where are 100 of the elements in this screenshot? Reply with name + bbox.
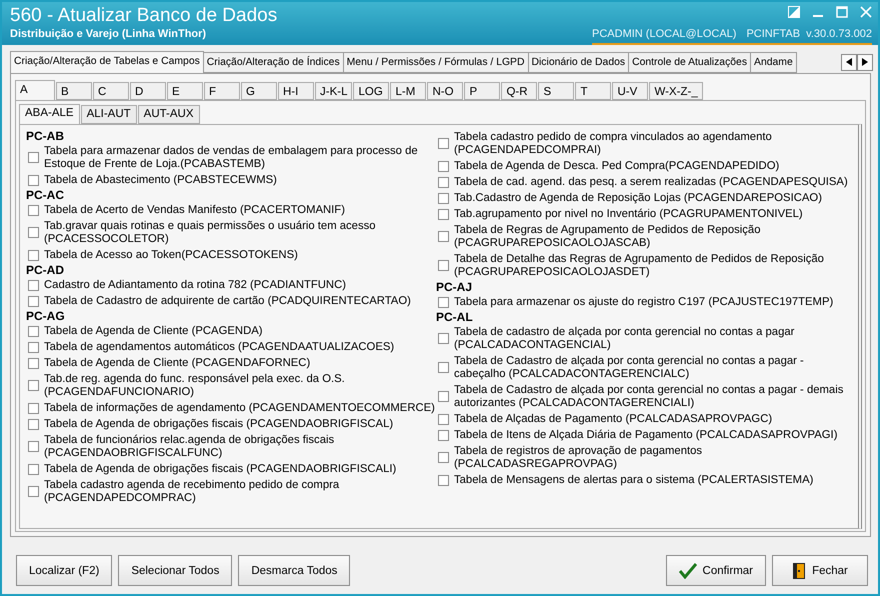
checkbox[interactable] <box>438 430 449 440</box>
sub-tab[interactable]: ALI-AUT <box>80 105 137 124</box>
action-button[interactable]: Desmarca Todos <box>238 555 350 586</box>
checkbox[interactable] <box>28 250 39 260</box>
checkbox-label: Tabela de Cadastro de alçada por conta gerencial no contas a pagar - demais autorizantes (PCALCADACONTAGERENCIALI) <box>454 384 844 410</box>
confirm-button[interactable]: Confirmar <box>666 555 766 586</box>
checkbox-label: Cadastro de Adiantamento da rotina 782 (PCADIANTFUNC) <box>44 278 346 292</box>
checkbox[interactable] <box>28 280 39 290</box>
checkbox[interactable] <box>28 204 39 216</box>
checkbox-label: Tabela de Cadastro de adquirente de cartão (PCADQUIRENTECARTAO) <box>44 294 411 308</box>
checkbox-label: Tabela de Agenda de Desca. Ped Compra(PCAGENDAPEDIDO) <box>454 160 780 172</box>
letter-tab[interactable]: F <box>204 82 240 100</box>
checkbox[interactable] <box>28 296 39 306</box>
checkbox[interactable] <box>438 231 449 242</box>
checkbox-label: Tabela de Detalhe das Regras de Agrupamento de Pedidos de Reposição (PCAGRUPAREPOSICAOLOJASDET) <box>454 252 825 278</box>
letter-tab[interactable]: W-X-Z-_ <box>649 82 703 100</box>
checkbox[interactable] <box>28 342 39 352</box>
letter-tab[interactable]: U-V <box>612 82 648 100</box>
letter-tab[interactable]: T <box>575 82 612 100</box>
checkbox-label: Tabela para armazenar os ajuste do registro C197 (PCAJUSTEC197TEMP) <box>454 296 834 308</box>
checkbox[interactable] <box>28 441 39 452</box>
scroll-right-button[interactable] <box>857 54 873 70</box>
checkbox-label: Tabela de funcionários relac.agenda de obrigações fiscais (PCAGENDAOBRIGFISCALFUNC) <box>44 434 336 460</box>
action-button[interactable]: Localizar (F2) <box>16 555 112 586</box>
checkbox-label: Tabela de Mensagens de alertas para o sistema (PCALERTASISTEMA) <box>454 474 814 486</box>
group-header: PC-AJ <box>436 280 474 294</box>
checkbox-label: Tabela cadastro agenda de recebimento pedido de compra (PCAGENDAPEDCOMPRAC) <box>44 478 340 504</box>
letter-tab[interactable]: H-I <box>278 82 314 100</box>
checkbox-label: Tabela para armazenar dados de vendas de embalagem para processo de Estoque de Frente de Loja.(PCABASTEMB) <box>44 144 419 170</box>
letter-tab[interactable]: E <box>167 82 203 100</box>
checkbox-label: Tabela de agendamentos automáticos (PCAGENDAATUALIZACOES) <box>44 340 394 354</box>
door-icon <box>792 562 806 580</box>
letter-tab[interactable]: L-M <box>390 82 426 100</box>
checkbox[interactable] <box>28 486 39 497</box>
checkbox[interactable] <box>438 192 449 204</box>
user-label: PCADMIN (LOCAL@LOCAL) <box>592 28 736 40</box>
checkbox-label: Tabela de cadastro de alçada por conta gerencial no contas a pagar (PCALCADACONTAGENCIAL) <box>454 326 796 352</box>
letter-tab[interactable]: D <box>130 82 166 100</box>
tab[interactable]: Menu / Permissões / Fórmulas / LGPD <box>342 52 528 73</box>
scroll-left-button[interactable] <box>841 54 857 70</box>
close-button[interactable]: Fechar <box>772 555 868 586</box>
checkbox[interactable] <box>28 380 39 391</box>
checkbox[interactable] <box>438 391 449 402</box>
checkbox[interactable] <box>438 414 449 424</box>
letter-tab[interactable]: S <box>538 82 574 100</box>
letter-tab[interactable]: J-K-L <box>315 82 352 100</box>
checkbox-label: Tab.de reg. agenda do func. responsável pela exec. da O.S. (PCAGENDAFUNCIONARIO) <box>44 372 346 398</box>
tab[interactable]: Dicionário de Dados <box>528 52 630 73</box>
sub-tab[interactable]: ABA-ALE <box>19 104 80 124</box>
checkmark-icon <box>678 562 697 578</box>
checkbox-label: Tabela de Agenda de obrigações fiscais (PCAGENDAOBRIGFISCAL) <box>44 418 394 430</box>
action-button[interactable]: Selecionar Todos <box>118 555 232 586</box>
checkbox[interactable] <box>438 296 449 308</box>
checkbox-label: Tabela de Acesso ao Token(PCACESSOTOKENS) <box>44 248 298 262</box>
letter-tab[interactable]: P <box>464 82 500 100</box>
right-arrow-icon <box>862 58 868 66</box>
checkbox[interactable] <box>438 474 449 486</box>
letter-tab[interactable]: N-O <box>427 82 464 100</box>
tab[interactable]: Criação/Alteração de Índices <box>202 52 344 73</box>
checkbox[interactable] <box>438 452 449 463</box>
maximize-icon[interactable] <box>836 6 848 18</box>
letter-tab[interactable]: LOG <box>353 82 390 100</box>
letter-tab[interactable]: G <box>241 82 277 100</box>
checkbox-label: Tabela de cad. agend. das pesq. a serem realizadas (PCAGENDAPESQUISA) <box>454 176 848 188</box>
checkbox[interactable] <box>438 138 449 149</box>
letter-tab[interactable]: C <box>93 82 129 100</box>
checkbox-label: Tabela de Agenda de obrigações fiscais (PCAGENDAOBRIGFISCALI) <box>44 462 396 476</box>
checkbox[interactable] <box>438 260 449 271</box>
checkbox[interactable] <box>28 152 39 163</box>
checkbox[interactable] <box>28 174 39 186</box>
tab[interactable]: Controle de Atualizações <box>628 52 752 73</box>
letter-tab[interactable]: Q-R <box>501 82 538 100</box>
checkbox[interactable] <box>438 208 449 220</box>
checkbox[interactable] <box>438 333 449 344</box>
window-title: 560 - Atualizar Banco de Dados <box>10 4 278 28</box>
checkbox[interactable] <box>28 464 39 474</box>
checkbox[interactable] <box>438 176 449 188</box>
tab[interactable]: Andame <box>750 52 797 73</box>
checkbox-label: Tabela de Agenda de Cliente (PCAGENDA) <box>44 324 263 338</box>
checkbox[interactable] <box>28 418 39 430</box>
checkbox-label: Tabela de Abastecimento (PCABSTECEWMS) <box>44 174 277 186</box>
restore-icon[interactable] <box>788 6 800 18</box>
checkbox[interactable] <box>438 160 449 172</box>
checkbox[interactable] <box>28 326 39 336</box>
checkbox[interactable] <box>28 402 39 414</box>
checkbox[interactable] <box>28 358 39 368</box>
checkbox-label: Tabela de informações de agendamento (PCAGENDAMENTOECOMMERCE) <box>44 402 435 414</box>
checkbox-label: Tab.agrupamento por nivel no Inventário (PCAGRUPAMENTONIVEL) <box>454 208 803 220</box>
letter-tab[interactable]: B <box>56 82 92 100</box>
checkbox-label: Tabela de Alçadas de Pagamento (PCALCADASAPROVPAGC) <box>454 412 772 426</box>
group-header: PC-AL <box>436 310 474 324</box>
group-header: PC-AB <box>26 129 65 143</box>
letter-tab[interactable]: A <box>15 80 55 100</box>
close-icon[interactable] <box>860 6 872 18</box>
window-subtitle: Distribuição e Varejo (Linha WinThor) <box>10 28 208 40</box>
checkbox[interactable] <box>438 362 449 373</box>
checkbox[interactable] <box>28 227 39 238</box>
sub-tab[interactable]: AUT-AUX <box>138 105 200 124</box>
version-label: PCINFTAB v.30.0.73.002 <box>746 28 872 40</box>
tab[interactable]: Criação/Alteração de Tabelas e Campos <box>10 51 204 73</box>
